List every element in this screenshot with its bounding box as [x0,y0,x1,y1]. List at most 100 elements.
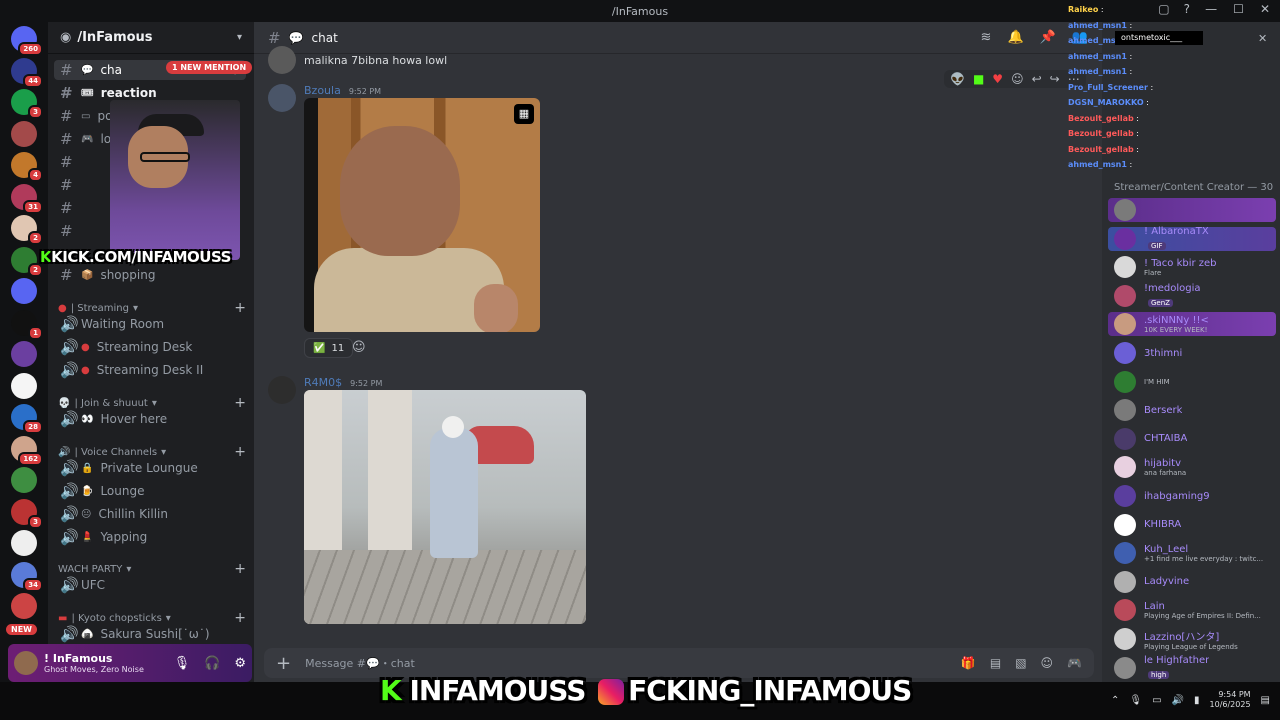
member-item[interactable]: le Highfather high [1108,655,1276,680]
server-icon[interactable] [11,120,37,147]
gif-icon[interactable]: ▤ [990,656,1001,670]
server-icon[interactable]: 2 [11,215,43,245]
pin-icon[interactable]: 📌 [1040,30,1056,45]
member-item[interactable]: ihabgaming9 [1108,484,1276,508]
face-shape [340,126,460,256]
server-icon[interactable]: 3 [11,498,43,529]
member-text: Berserk [1144,405,1182,416]
voice-lounge[interactable]: 🔊 🍺 Lounge [54,481,246,501]
server-header[interactable]: ◉ /InFamous ▾ [48,22,254,54]
battery-icon[interactable]: ▮ [1194,695,1200,706]
server-icon[interactable] [11,278,37,304]
threads-icon[interactable]: ≋ [981,30,992,45]
message-author[interactable]: R4M0$ 9:52 PM [304,376,382,389]
apps-icon[interactable]: ▦ [514,104,534,124]
server-icon[interactable] [11,341,37,367]
server-icon[interactable]: 31 [11,183,43,214]
message-author[interactable]: Bzoula 9:52 PM [304,84,381,97]
gift-icon[interactable]: 🎁 [961,656,976,670]
heart-icon[interactable]: ♥ [992,72,1003,86]
clock[interactable]: 9:54 PM 10/6/2025 [1210,690,1251,710]
server-icon[interactable] [11,593,37,619]
member-item[interactable]: Lazzino[ハンタ] Playing League of Legends [1108,627,1276,651]
chevron-up-icon[interactable]: ⌃ [1111,695,1119,706]
network-icon[interactable]: ▭ [1152,695,1161,706]
server-icon[interactable]: 44 [11,57,43,88]
message-input[interactable]: Message #💬・chat [305,655,415,671]
member-name: CHTAIBA [1144,433,1188,445]
server-icon[interactable]: 2 [11,246,43,277]
avatar[interactable] [268,46,296,74]
channel-shopping[interactable]: # 📦 shopping [54,265,246,285]
message-timestamp: 9:52 PM [350,379,383,388]
voice-waiting-room[interactable]: 🔊 Waiting Room [54,314,246,334]
image-attachment[interactable] [304,390,586,624]
voice-streaming-desk[interactable]: 🔊 ● Streaming Desk [54,337,246,357]
server-icon[interactable] [11,467,37,493]
server-icon[interactable]: 34 [11,561,43,592]
reaction-pill[interactable]: ✅ 11 [304,338,354,358]
member-item[interactable]: hijabitv ana farhana [1108,455,1276,479]
add-reaction-icon[interactable]: ☺ [1011,72,1024,86]
add-attachment-icon[interactable]: + [276,653,291,674]
voice-yapping[interactable]: 🔊 💄 Yapping [54,527,246,547]
server-icon[interactable]: 162 [11,435,43,466]
add-reaction-icon[interactable]: ☺ [352,340,366,355]
reaction-emoji-icon[interactable]: 👽 [950,72,965,86]
user-name: ! InFamous [44,652,113,665]
voice-chillin-killin[interactable]: 🔊 😐 Chillin Killin [54,504,246,524]
server-icon[interactable]: 1 [11,309,43,340]
member-item[interactable]: Berserk [1108,398,1276,422]
server-icon[interactable] [11,372,37,399]
member-item[interactable]: Ladyvine [1108,570,1276,594]
microphone-icon[interactable]: 🎙 [174,656,191,671]
gear-icon[interactable]: ⚙ [234,656,246,671]
close-button[interactable]: ✕ [1260,2,1270,16]
voice-hover-here[interactable]: 🔊 👀 Hover here [54,409,246,429]
member-item[interactable]: .skiNNNy !!< 10K EVERY WEEK! [1108,312,1276,337]
voice-private-lounge[interactable]: 🔊 🔒 Private Loungue [54,458,246,478]
server-icon[interactable]: 28 [11,404,43,434]
member-item[interactable]: Kuh_Leel +1 find me live everyday : twitc… [1108,541,1276,565]
apps-icon[interactable]: 🎮 [1067,656,1082,670]
close-icon[interactable]: ✕ [1258,32,1267,45]
member-item[interactable] [1108,198,1276,222]
stream-chat-line: DGSN_MAROKKO : [1068,95,1228,111]
volume-icon[interactable]: 🔊 [1172,695,1184,706]
member-item[interactable]: KHIBRA [1108,513,1276,537]
member-item[interactable]: CHTAIBA [1108,427,1276,451]
chevron-down-icon[interactable]: ▾ [237,32,242,43]
voice-streaming-desk-2[interactable]: 🔊 ● Streaming Desk II [54,360,246,380]
avatar[interactable] [268,376,296,404]
system-tray: ⌃ 🎙 ▭ 🔊 ▮ 9:54 PM 10/6/2025 ▤ [1111,690,1270,710]
server-icon[interactable]: 4 [11,152,43,182]
reply-icon[interactable]: ↩ [1032,72,1042,86]
forward-icon[interactable]: ↪ [1050,72,1060,86]
member-item[interactable]: I'M HIM [1108,370,1276,394]
reaction-kick-icon[interactable]: ■ [973,72,984,86]
new-mention-pill[interactable]: 1 NEW MENTION [166,61,253,74]
kick-url-overlay: KKICK.COM/INFAMOUSS [40,248,231,266]
bell-icon[interactable]: 🔔 [1007,30,1023,45]
microphone-icon[interactable]: 🎙 [1129,695,1142,706]
avatar[interactable] [14,651,38,675]
stream-chat-user: Bezoult_gellab [1068,144,1134,154]
channel-label: cha [100,63,123,77]
voice-sakura-sushi[interactable]: 🔊 🍙 Sakura Sushi[˙ω˙) [54,624,246,644]
server-icon[interactable]: 3 [11,89,43,119]
member-item[interactable]: Lain Playing Age of Empires II: Defin... [1108,598,1276,622]
server-icon[interactable]: 260 [11,26,43,56]
maximize-button[interactable]: ☐ [1233,2,1244,16]
notification-icon[interactable]: ▤ [1261,695,1270,706]
member-item[interactable]: 3thimni [1108,341,1276,365]
member-item[interactable]: ! AlbaronaTX GIF [1108,226,1276,251]
headphones-icon[interactable]: 🎧 [204,656,220,671]
voice-ufc[interactable]: 🔊 UFC [54,575,246,595]
member-item[interactable]: ! Taco kbir zeb Flare [1108,255,1276,279]
sticker-icon[interactable]: ▧ [1015,656,1026,670]
server-icon[interactable] [11,530,37,556]
video-attachment[interactable]: ▦ [304,98,540,332]
member-item[interactable]: !medologia GenZ [1108,283,1276,308]
emoji-icon[interactable]: ☺ [1041,656,1054,670]
avatar[interactable] [268,84,296,112]
